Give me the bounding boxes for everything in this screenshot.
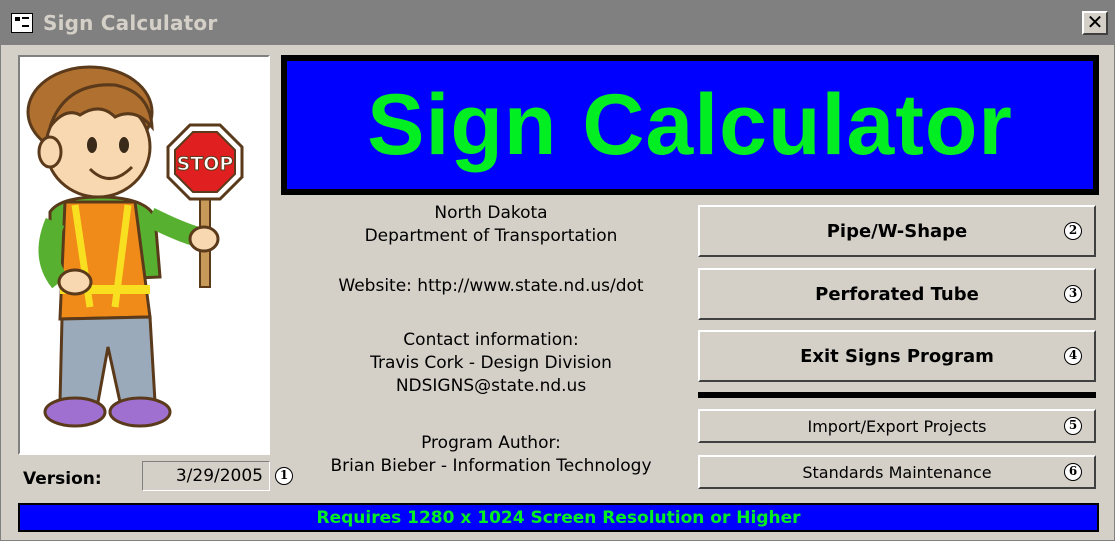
form-icon: [11, 13, 33, 33]
org-line-1: North Dakota: [434, 203, 548, 223]
close-icon: ✕: [1086, 10, 1104, 34]
contact-info: Contact information: Travis Cork - Desig…: [296, 329, 686, 398]
website-text: Website: http://www.state.nd.us/dot: [338, 276, 644, 296]
author-name: Brian Bieber - Information Technology: [330, 456, 652, 476]
version-field: 3/29/2005: [142, 461, 270, 491]
standards-maintenance-label: Standards Maintenance: [802, 462, 992, 482]
callout-4: 4: [1064, 347, 1082, 365]
author-heading: Program Author:: [421, 433, 561, 453]
crossing-guard-illustration: STOP: [26, 65, 244, 428]
import-export-projects-button[interactable]: Import/Export Projects 5: [698, 409, 1096, 443]
exit-signs-program-button[interactable]: Exit Signs Program 4: [698, 330, 1096, 382]
perforated-tube-label: Perforated Tube: [815, 283, 979, 305]
perforated-tube-button[interactable]: Perforated Tube 3: [698, 268, 1096, 320]
exit-program-label: Exit Signs Program: [800, 345, 994, 367]
pipe-w-shape-button[interactable]: Pipe/W-Shape 2: [698, 205, 1096, 257]
import-export-label: Import/Export Projects: [807, 416, 987, 436]
version-label: Version:: [23, 469, 102, 489]
banner-title: Sign Calculator: [367, 76, 1013, 173]
author-info: Program Author: Brian Bieber - Informati…: [296, 432, 686, 478]
title-bar: Sign Calculator ✕: [1, 1, 1114, 45]
org-line-2: Department of Transportation: [364, 226, 618, 246]
resolution-footer: Requires 1280 x 1024 Screen Resolution o…: [18, 503, 1099, 532]
crossing-guard-picture: STOP: [18, 55, 270, 455]
callout-5: 5: [1064, 417, 1082, 435]
stop-sign-text: STOP: [177, 153, 234, 175]
contact-heading: Contact information:: [403, 330, 579, 350]
resolution-requirement-text: Requires 1280 x 1024 Screen Resolution o…: [20, 505, 1097, 530]
title-banner: Sign Calculator: [281, 55, 1099, 195]
close-button[interactable]: ✕: [1082, 11, 1108, 35]
callout-6: 6: [1064, 463, 1082, 481]
pipe-w-shape-label: Pipe/W-Shape: [826, 220, 968, 242]
callout-3: 3: [1064, 285, 1082, 303]
window-title: Sign Calculator: [43, 11, 218, 35]
separator-line: [698, 392, 1096, 398]
callout-2: 2: [1064, 222, 1082, 240]
sign-calculator-window: Sign Calculator ✕ STOP Sign Calculator N…: [0, 0, 1115, 541]
contact-email: NDSIGNS@state.nd.us: [395, 376, 587, 396]
callout-1: 1: [275, 467, 293, 485]
organization-info: North Dakota Department of Transportatio…: [296, 202, 686, 248]
contact-name: Travis Cork - Design Division: [370, 353, 612, 373]
standards-maintenance-button[interactable]: Standards Maintenance 6: [698, 455, 1096, 489]
